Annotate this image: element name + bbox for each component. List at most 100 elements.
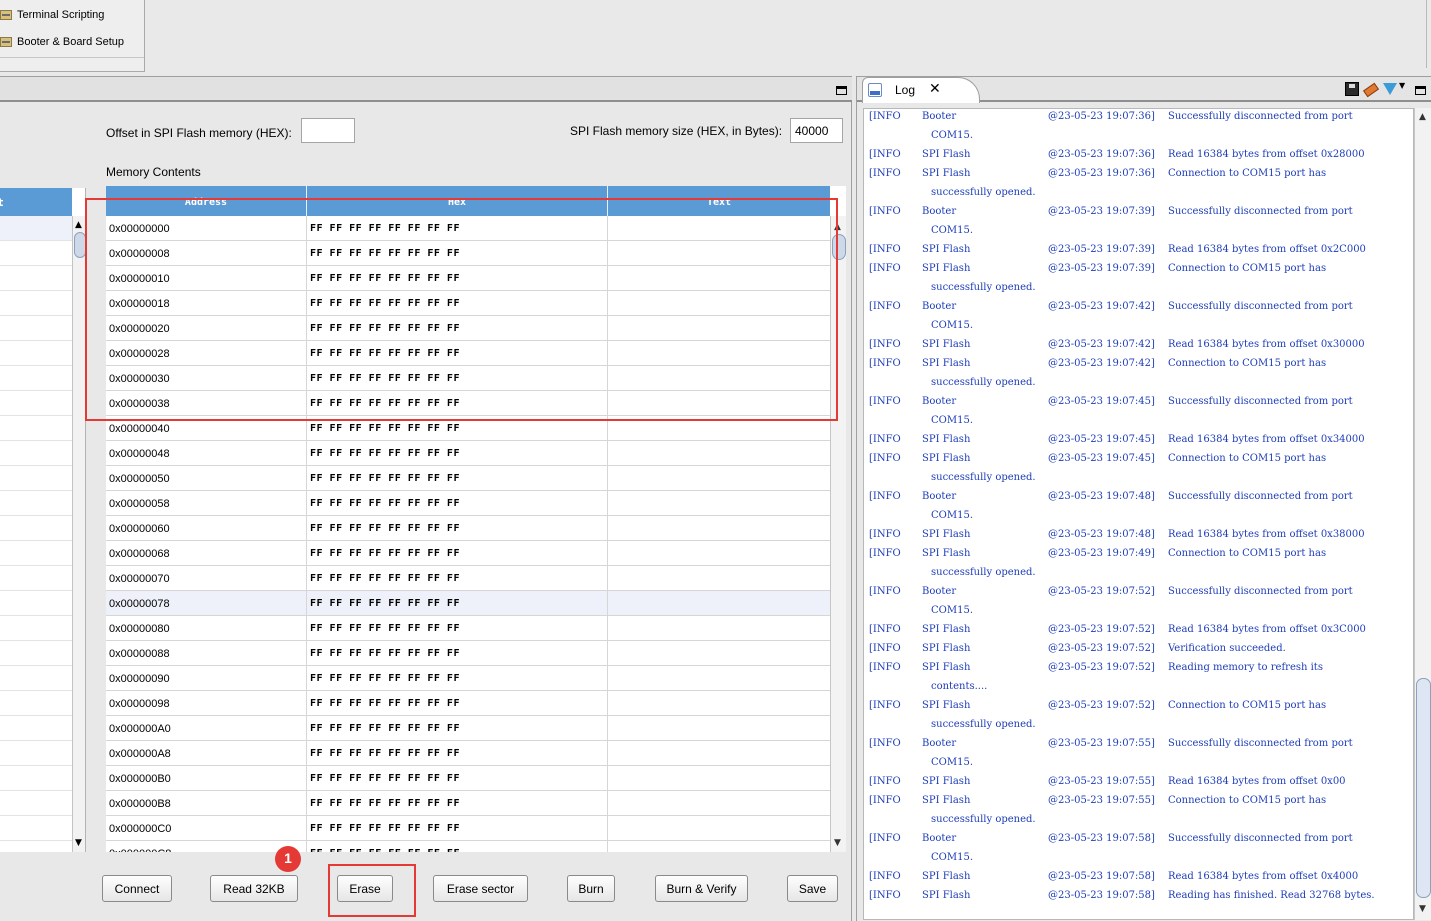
cell-text[interactable] bbox=[608, 616, 830, 640]
table-row[interactable]: 0x00000010 FF FF FF FF FF FF FF FF bbox=[106, 266, 830, 291]
table-row[interactable] bbox=[0, 716, 72, 741]
table-row[interactable]: 0x000000C8FF FF FF FF FF FF FF FF bbox=[106, 841, 830, 852]
scroll-up-arrow-icon[interactable]: ▲ bbox=[1419, 112, 1426, 122]
cell-address[interactable]: 0x00000050 bbox=[106, 466, 307, 490]
cell-text[interactable] bbox=[608, 216, 830, 240]
cell-address[interactable]: 0x000000C0 bbox=[106, 816, 307, 840]
column-header-address[interactable]: Address bbox=[106, 186, 307, 216]
table-row[interactable]: 0x00000078 FF FF FF FF FF FF FF FF bbox=[106, 591, 830, 616]
cell-address[interactable]: 0x00000068 bbox=[106, 541, 307, 565]
cell-text[interactable] bbox=[608, 291, 830, 315]
erase-sector-button[interactable]: Erase sector bbox=[433, 875, 528, 902]
cell-address[interactable]: 0x00000080 bbox=[106, 616, 307, 640]
cell-hex[interactable]: FF FF FF FF FF FF FF FF bbox=[307, 541, 608, 565]
cell-text[interactable] bbox=[608, 241, 830, 265]
scroll-down-arrow-icon[interactable]: ▼ bbox=[1419, 904, 1426, 914]
cell-hex[interactable]: FF FF FF FF FF FF FF FF bbox=[307, 241, 608, 265]
table-row[interactable]: 0x00000050 FF FF FF FF FF FF FF FF bbox=[106, 466, 830, 491]
memory-table-scrollbar[interactable]: ▲ ▼ bbox=[830, 216, 846, 852]
cell-address[interactable]: 0x00000040 bbox=[106, 416, 307, 440]
cell-hex[interactable]: FF FF FF FF FF FF FF FF bbox=[307, 666, 608, 690]
offset-input[interactable] bbox=[301, 118, 355, 143]
table-row[interactable] bbox=[0, 691, 72, 716]
cell-text[interactable] bbox=[608, 391, 830, 415]
table-row[interactable] bbox=[0, 416, 72, 441]
filter-icon[interactable] bbox=[1383, 83, 1397, 95]
cell-text[interactable] bbox=[608, 791, 830, 815]
cell-hex[interactable]: FF FF FF FF FF FF FF FF bbox=[307, 366, 608, 390]
table-row[interactable]: 0x00000018 FF FF FF FF FF FF FF FF bbox=[106, 291, 830, 316]
cell-text[interactable] bbox=[608, 716, 830, 740]
table-row[interactable]: 0x00000048 FF FF FF FF FF FF FF FF bbox=[106, 441, 830, 466]
cell-hex[interactable]: FF FF FF FF FF FF FF FF bbox=[307, 816, 608, 840]
cell-address[interactable]: 0x00000078 bbox=[106, 591, 307, 615]
save-button[interactable]: Save bbox=[787, 875, 838, 902]
cell-address[interactable]: 0x00000070 bbox=[106, 566, 307, 590]
table-row[interactable] bbox=[0, 291, 72, 316]
table-row[interactable] bbox=[0, 766, 72, 791]
table-row[interactable]: 0x000000B8 FF FF FF FF FF FF FF FF bbox=[106, 791, 830, 816]
table-row[interactable] bbox=[0, 641, 72, 666]
table-row[interactable] bbox=[0, 316, 72, 341]
cell-hex[interactable]: FF FF FF FF FF FF FF FF bbox=[307, 216, 608, 240]
table-row[interactable] bbox=[0, 666, 72, 691]
cell-address[interactable]: 0x00000030 bbox=[106, 366, 307, 390]
table-row[interactable]: 0x00000008 FF FF FF FF FF FF FF FF bbox=[106, 241, 830, 266]
table-row[interactable]: 0x00000098 FF FF FF FF FF FF FF FF bbox=[106, 691, 830, 716]
log-scrollbar[interactable]: ▲ ▼ bbox=[1414, 108, 1431, 920]
table-row[interactable] bbox=[0, 541, 72, 566]
table-row[interactable] bbox=[0, 366, 72, 391]
table-row[interactable] bbox=[0, 816, 72, 841]
table-row[interactable]: 0x00000070 FF FF FF FF FF FF FF FF bbox=[106, 566, 830, 591]
cell-address[interactable]: 0x00000010 bbox=[106, 266, 307, 290]
cell-address[interactable]: 0x00000048 bbox=[106, 441, 307, 465]
cell-text[interactable] bbox=[608, 766, 830, 790]
chevron-down-icon[interactable]: ▼ bbox=[1399, 81, 1405, 90]
cell-text[interactable] bbox=[608, 666, 830, 690]
table-row[interactable]: 0x00000000 FF FF FF FF FF FF FF FF bbox=[106, 216, 830, 241]
cell-address[interactable]: 0x000000B0 bbox=[106, 766, 307, 790]
table-row[interactable] bbox=[0, 341, 72, 366]
maximize-icon[interactable] bbox=[1415, 86, 1426, 95]
cell-hex[interactable]: FF FF FF FF FF FF FF FF bbox=[307, 741, 608, 765]
cell-text[interactable] bbox=[608, 591, 830, 615]
cell-address[interactable]: 0x000000A8 bbox=[106, 741, 307, 765]
cell-text[interactable] bbox=[608, 466, 830, 490]
eraser-icon[interactable] bbox=[1362, 82, 1380, 98]
cell-address[interactable]: 0x00000060 bbox=[106, 516, 307, 540]
cell-hex[interactable]: FF FF FF FF FF FF FF FF bbox=[307, 291, 608, 315]
cell-text[interactable] bbox=[608, 491, 830, 515]
scrollbar-thumb[interactable] bbox=[74, 232, 85, 258]
table-row[interactable]: 0x00000068 FF FF FF FF FF FF FF FF bbox=[106, 541, 830, 566]
table-row[interactable] bbox=[0, 616, 72, 641]
table-row[interactable] bbox=[0, 516, 72, 541]
cell-text[interactable] bbox=[608, 341, 830, 365]
table-row[interactable] bbox=[0, 391, 72, 416]
cell-hex[interactable]: FF FF FF FF FF FF FF FF bbox=[307, 316, 608, 340]
cell-hex[interactable]: FF FF FF FF FF FF FF FF bbox=[307, 591, 608, 615]
cell-hex[interactable]: FF FF FF FF FF FF FF FF bbox=[307, 516, 608, 540]
read-32kb-button[interactable]: Read 32KB bbox=[210, 875, 298, 902]
burn-button[interactable]: Burn bbox=[567, 875, 615, 902]
cell-hex[interactable]: FF FF FF FF FF FF FF FF bbox=[307, 266, 608, 290]
cell-hex[interactable]: FF FF FF FF FF FF FF FF bbox=[307, 341, 608, 365]
palette-item-booter-board-setup[interactable]: Booter & Board Setup bbox=[0, 32, 124, 52]
cell-hex[interactable]: FF FF FF FF FF FF FF FF bbox=[307, 416, 608, 440]
tab-log[interactable]: Log ✕ bbox=[862, 77, 980, 103]
cell-text[interactable] bbox=[608, 816, 830, 840]
cell-hex[interactable]: FF FF FF FF FF FF FF FF bbox=[307, 616, 608, 640]
connect-button[interactable]: Connect bbox=[102, 875, 172, 902]
cell-hex[interactable]: FF FF FF FF FF FF FF FF bbox=[307, 491, 608, 515]
cell-hex[interactable]: FF FF FF FF FF FF FF FF bbox=[307, 791, 608, 815]
save-icon[interactable] bbox=[1345, 82, 1359, 96]
table-row[interactable]: 0x00000080 FF FF FF FF FF FF FF FF bbox=[106, 616, 830, 641]
cell-text[interactable] bbox=[608, 541, 830, 565]
cell-hex[interactable]: FF FF FF FF FF FF FF FF bbox=[307, 691, 608, 715]
cell-hex[interactable]: FF FF FF FF FF FF FF FF bbox=[307, 566, 608, 590]
cell-address[interactable]: 0x00000000 bbox=[106, 216, 307, 240]
table-row[interactable]: 0x00000020 FF FF FF FF FF FF FF FF bbox=[106, 316, 830, 341]
table-row[interactable] bbox=[0, 441, 72, 466]
cell-text[interactable] bbox=[608, 366, 830, 390]
cell-text[interactable] bbox=[608, 266, 830, 290]
maximize-icon[interactable] bbox=[836, 86, 847, 95]
